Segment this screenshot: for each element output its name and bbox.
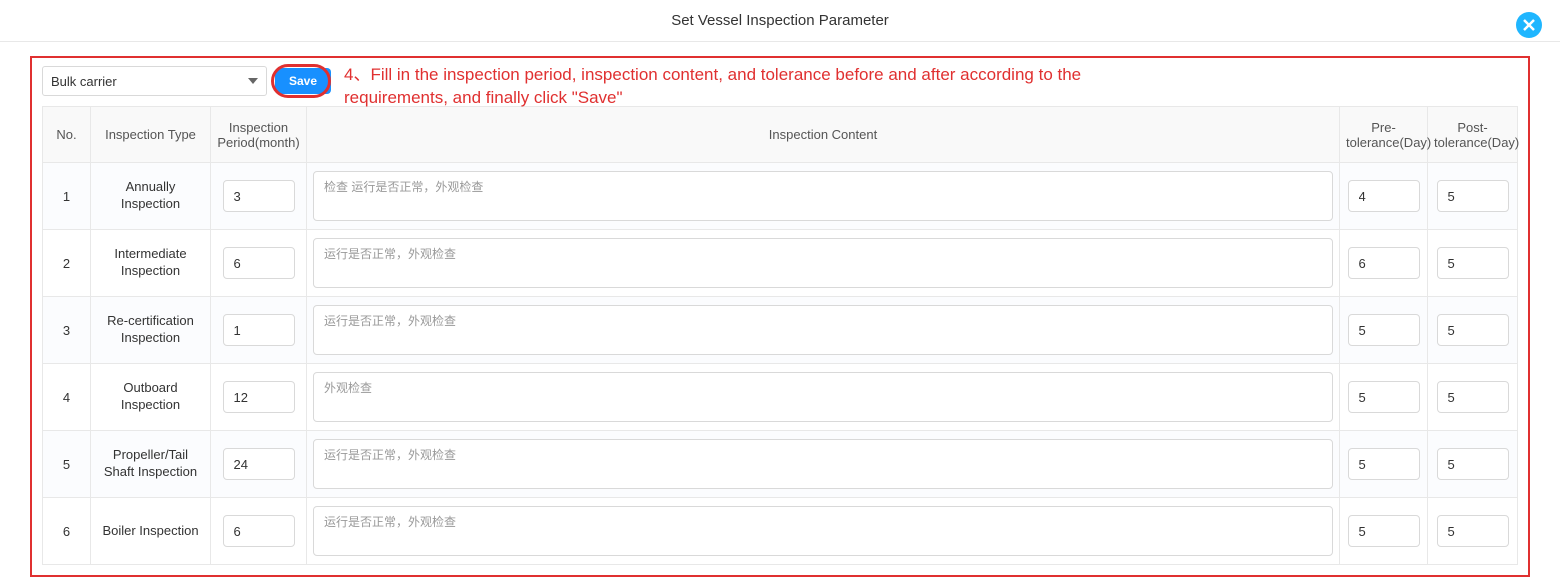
cell-post	[1428, 498, 1518, 565]
cell-no: 3	[43, 297, 91, 364]
col-header-no: No.	[43, 107, 91, 163]
save-button-wrapper: Save	[275, 68, 331, 94]
inspection-table: No. Inspection Type Inspection Period(mo…	[42, 106, 1518, 565]
table-body: 1 Annually Inspection 检查 运行是否正常，外观检查 2 I…	[43, 163, 1518, 565]
cell-no: 4	[43, 364, 91, 431]
table-row: 4 Outboard Inspection 外观检查	[43, 364, 1518, 431]
cell-type: Intermediate Inspection	[91, 230, 211, 297]
annotation-text: 4、Fill in the inspection period, inspect…	[344, 64, 1084, 110]
table-header-row: No. Inspection Type Inspection Period(mo…	[43, 107, 1518, 163]
post-tolerance-input[interactable]	[1437, 180, 1509, 212]
post-tolerance-input[interactable]	[1437, 515, 1509, 547]
cell-type: Annually Inspection	[91, 163, 211, 230]
inspection-type-label: Re-certification Inspection	[97, 313, 204, 347]
pre-tolerance-input[interactable]	[1348, 314, 1420, 346]
cell-type: Outboard Inspection	[91, 364, 211, 431]
table-row: 6 Boiler Inspection 运行是否正常，外观检查	[43, 498, 1518, 565]
inspection-type-label: Outboard Inspection	[97, 380, 204, 414]
inspection-type-label: Annually Inspection	[97, 179, 204, 213]
cell-no: 5	[43, 431, 91, 498]
cell-no: 1	[43, 163, 91, 230]
inspection-type-label: Propeller/Tail Shaft Inspection	[97, 447, 204, 481]
table-row: 2 Intermediate Inspection 运行是否正常，外观检查	[43, 230, 1518, 297]
cell-type: Boiler Inspection	[91, 498, 211, 565]
period-input[interactable]	[223, 515, 295, 547]
cell-post	[1428, 230, 1518, 297]
table-row: 3 Re-certification Inspection 运行是否正常，外观检…	[43, 297, 1518, 364]
pre-tolerance-input[interactable]	[1348, 448, 1420, 480]
cell-content: 检查 运行是否正常，外观检查	[307, 163, 1340, 230]
cell-post	[1428, 163, 1518, 230]
cell-pre	[1340, 297, 1428, 364]
table-row: 5 Propeller/Tail Shaft Inspection 运行是否正常…	[43, 431, 1518, 498]
cell-content: 运行是否正常，外观检查	[307, 230, 1340, 297]
period-input[interactable]	[223, 314, 295, 346]
cell-post	[1428, 431, 1518, 498]
cell-period	[211, 431, 307, 498]
inspection-type-label: Boiler Inspection	[97, 523, 204, 540]
cell-content: 外观检查	[307, 364, 1340, 431]
close-icon	[1522, 18, 1536, 32]
vessel-type-select[interactable]: Bulk carrier	[42, 66, 267, 96]
cell-content: 运行是否正常，外观检查	[307, 297, 1340, 364]
post-tolerance-input[interactable]	[1437, 381, 1509, 413]
cell-no: 6	[43, 498, 91, 565]
dialog-header: Set Vessel Inspection Parameter	[0, 0, 1560, 42]
content-input[interactable]: 检查 运行是否正常，外观检查	[313, 171, 1333, 221]
content-input[interactable]: 运行是否正常，外观检查	[313, 439, 1333, 489]
post-tolerance-input[interactable]	[1437, 247, 1509, 279]
table-row: 1 Annually Inspection 检查 运行是否正常，外观检查	[43, 163, 1518, 230]
cell-period	[211, 498, 307, 565]
close-button[interactable]	[1516, 12, 1542, 38]
cell-post	[1428, 364, 1518, 431]
annotation-highlight-box: Bulk carrier Save 4、Fill in the inspecti…	[30, 56, 1530, 577]
cell-period	[211, 163, 307, 230]
inspection-type-label: Intermediate Inspection	[97, 246, 204, 280]
cell-no: 2	[43, 230, 91, 297]
cell-content: 运行是否正常，外观检查	[307, 498, 1340, 565]
pre-tolerance-input[interactable]	[1348, 381, 1420, 413]
cell-type: Propeller/Tail Shaft Inspection	[91, 431, 211, 498]
dialog-title: Set Vessel Inspection Parameter	[0, 12, 1560, 29]
cell-period	[211, 230, 307, 297]
period-input[interactable]	[223, 381, 295, 413]
cell-type: Re-certification Inspection	[91, 297, 211, 364]
col-header-period: Inspection Period(month)	[211, 107, 307, 163]
pre-tolerance-input[interactable]	[1348, 247, 1420, 279]
content-input[interactable]: 外观检查	[313, 372, 1333, 422]
save-button[interactable]: Save	[275, 68, 331, 94]
content-input[interactable]: 运行是否正常，外观检查	[313, 305, 1333, 355]
cell-period	[211, 364, 307, 431]
pre-tolerance-input[interactable]	[1348, 515, 1420, 547]
period-input[interactable]	[223, 448, 295, 480]
cell-period	[211, 297, 307, 364]
cell-pre	[1340, 230, 1428, 297]
col-header-pre: Pre-tolerance(Day)	[1340, 107, 1428, 163]
col-header-post: Post-tolerance(Day)	[1428, 107, 1518, 163]
content-input[interactable]: 运行是否正常，外观检查	[313, 506, 1333, 556]
post-tolerance-input[interactable]	[1437, 314, 1509, 346]
period-input[interactable]	[223, 247, 295, 279]
cell-pre	[1340, 163, 1428, 230]
toolbar: Bulk carrier Save 4、Fill in the inspecti…	[42, 66, 1518, 96]
cell-pre	[1340, 498, 1428, 565]
col-header-content: Inspection Content	[307, 107, 1340, 163]
content-input[interactable]: 运行是否正常，外观检查	[313, 238, 1333, 288]
cell-post	[1428, 297, 1518, 364]
cell-content: 运行是否正常，外观检查	[307, 431, 1340, 498]
col-header-type: Inspection Type	[91, 107, 211, 163]
content-wrapper: Bulk carrier Save 4、Fill in the inspecti…	[0, 42, 1560, 587]
period-input[interactable]	[223, 180, 295, 212]
cell-pre	[1340, 364, 1428, 431]
post-tolerance-input[interactable]	[1437, 448, 1509, 480]
pre-tolerance-input[interactable]	[1348, 180, 1420, 212]
cell-pre	[1340, 431, 1428, 498]
